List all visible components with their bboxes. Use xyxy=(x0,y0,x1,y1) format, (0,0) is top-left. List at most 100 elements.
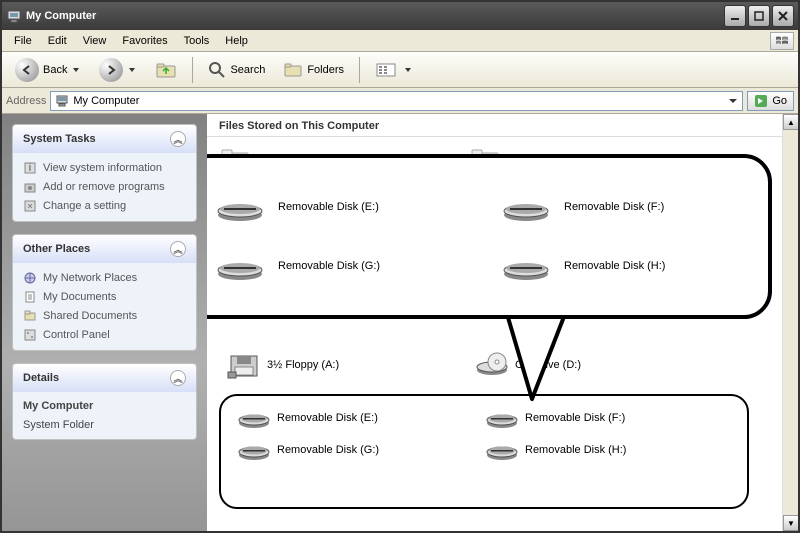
menu-view[interactable]: View xyxy=(75,33,115,49)
removable-disk-e[interactable]: Removable Disk (E:) xyxy=(216,191,452,223)
main-area: Files Stored on This Computer Removable … xyxy=(207,114,798,531)
address-value: My Computer xyxy=(73,95,139,107)
addressbar: Address My Computer Go xyxy=(2,88,798,114)
go-label: Go xyxy=(772,95,787,107)
address-input[interactable]: My Computer xyxy=(50,91,743,111)
info-icon: i xyxy=(23,161,37,175)
floppy-drive-a[interactable]: 3½ Floppy (A:) xyxy=(227,350,407,380)
removable-disk-h[interactable]: Removable Disk (H:) xyxy=(502,250,738,282)
windows-logo-icon xyxy=(770,32,794,50)
forward-dropdown[interactable] xyxy=(127,65,137,75)
minimize-button[interactable] xyxy=(724,5,746,27)
removable-disk-e[interactable]: Removable Disk (E:) xyxy=(237,406,417,430)
search-button[interactable]: Search xyxy=(201,56,272,84)
content: System Tasks ︽ i View system information… xyxy=(2,114,798,531)
separator xyxy=(192,57,193,83)
network-icon xyxy=(23,271,37,285)
control-panel-icon xyxy=(23,328,37,342)
views-dropdown[interactable] xyxy=(403,65,413,75)
back-button[interactable]: Back xyxy=(8,56,88,84)
removable-disk-g[interactable]: Removable Disk (G:) xyxy=(216,250,452,282)
address-dropdown[interactable] xyxy=(728,96,738,106)
search-label: Search xyxy=(230,64,265,76)
other-places-header[interactable]: Other Places ︽ xyxy=(13,235,196,263)
system-tasks-header[interactable]: System Tasks ︽ xyxy=(13,125,196,153)
vertical-scrollbar[interactable]: ▲ ▼ xyxy=(782,114,798,531)
sidebar: System Tasks ︽ i View system information… xyxy=(2,114,207,531)
removable-disk-f[interactable]: Removable Disk (F:) xyxy=(502,191,738,223)
menu-edit[interactable]: Edit xyxy=(40,33,75,49)
scroll-up-button[interactable]: ▲ xyxy=(783,114,798,130)
programs-icon xyxy=(23,180,37,194)
folder-up-icon xyxy=(155,60,177,80)
removable-disk-h[interactable]: Removable Disk (H:) xyxy=(485,438,665,462)
settings-icon xyxy=(23,199,37,213)
add-remove-programs-link[interactable]: Add or remove programs xyxy=(23,180,186,194)
views-button[interactable] xyxy=(368,56,420,84)
documents-icon xyxy=(23,290,37,304)
details-name: My Computer xyxy=(23,400,186,412)
back-dropdown[interactable] xyxy=(71,65,81,75)
system-tasks-panel: System Tasks ︽ i View system information… xyxy=(12,124,197,222)
floppy-icon xyxy=(227,350,261,380)
my-documents-link[interactable]: My Documents xyxy=(23,290,186,304)
views-icon xyxy=(375,61,399,79)
section-header: Files Stored on This Computer xyxy=(207,114,798,137)
up-button[interactable] xyxy=(148,56,184,84)
menubar: File Edit View Favorites Tools Help xyxy=(2,30,798,52)
my-computer-icon xyxy=(6,8,22,24)
callout-bubble: Removable Disk (E:) Removable Disk (F:) … xyxy=(207,154,772,319)
other-places-title: Other Places xyxy=(23,243,90,255)
window: My Computer File Edit View Favorites Too… xyxy=(0,0,800,533)
forward-button[interactable] xyxy=(92,56,144,84)
titlebar: My Computer xyxy=(2,2,798,30)
folders-label: Folders xyxy=(307,64,344,76)
system-tasks-title: System Tasks xyxy=(23,133,96,145)
forward-arrow-icon xyxy=(99,58,123,82)
svg-text:i: i xyxy=(29,162,31,174)
removable-disk-icon xyxy=(237,406,271,430)
removable-disk-g[interactable]: Removable Disk (G:) xyxy=(237,438,417,462)
window-title: My Computer xyxy=(26,10,96,22)
details-title: Details xyxy=(23,372,59,384)
menu-help[interactable]: Help xyxy=(217,33,256,49)
chevron-up-icon: ︽ xyxy=(170,241,186,257)
folders-icon xyxy=(283,61,303,79)
folders-button[interactable]: Folders xyxy=(276,56,351,84)
close-button[interactable] xyxy=(772,5,794,27)
network-places-link[interactable]: My Network Places xyxy=(23,271,186,285)
go-arrow-icon xyxy=(754,94,768,108)
details-panel: Details ︽ My Computer System Folder xyxy=(12,363,197,440)
change-setting-link[interactable]: Change a setting xyxy=(23,199,186,213)
shared-documents-link[interactable]: Shared Documents xyxy=(23,309,186,323)
my-computer-icon xyxy=(55,94,69,108)
chevron-up-icon: ︽ xyxy=(170,370,186,386)
scroll-down-button[interactable]: ▼ xyxy=(783,515,798,531)
separator xyxy=(359,57,360,83)
removable-disk-icon xyxy=(502,191,550,223)
chevron-up-icon: ︽ xyxy=(170,131,186,147)
removable-group-highlight: Removable Disk (E:) Removable Disk (F:) … xyxy=(219,394,749,509)
details-header[interactable]: Details ︽ xyxy=(13,364,196,392)
view-system-info-link[interactable]: i View system information xyxy=(23,161,186,175)
toolbar: Back Search Folders xyxy=(2,52,798,88)
shared-icon xyxy=(23,309,37,323)
removable-disk-icon xyxy=(216,250,264,282)
address-label: Address xyxy=(6,95,46,107)
callout-tail xyxy=(497,314,577,404)
control-panel-link[interactable]: Control Panel xyxy=(23,328,186,342)
details-type: System Folder xyxy=(23,419,186,431)
removable-disk-icon xyxy=(502,250,550,282)
back-label: Back xyxy=(43,64,67,76)
back-arrow-icon xyxy=(15,58,39,82)
search-icon xyxy=(208,61,226,79)
menu-tools[interactable]: Tools xyxy=(176,33,218,49)
removable-disk-icon xyxy=(216,191,264,223)
removable-disk-icon xyxy=(237,438,271,462)
menu-file[interactable]: File xyxy=(6,33,40,49)
maximize-button[interactable] xyxy=(748,5,770,27)
go-button[interactable]: Go xyxy=(747,91,794,111)
removable-disk-f[interactable]: Removable Disk (F:) xyxy=(485,406,665,430)
removable-disk-icon xyxy=(485,438,519,462)
menu-favorites[interactable]: Favorites xyxy=(114,33,175,49)
